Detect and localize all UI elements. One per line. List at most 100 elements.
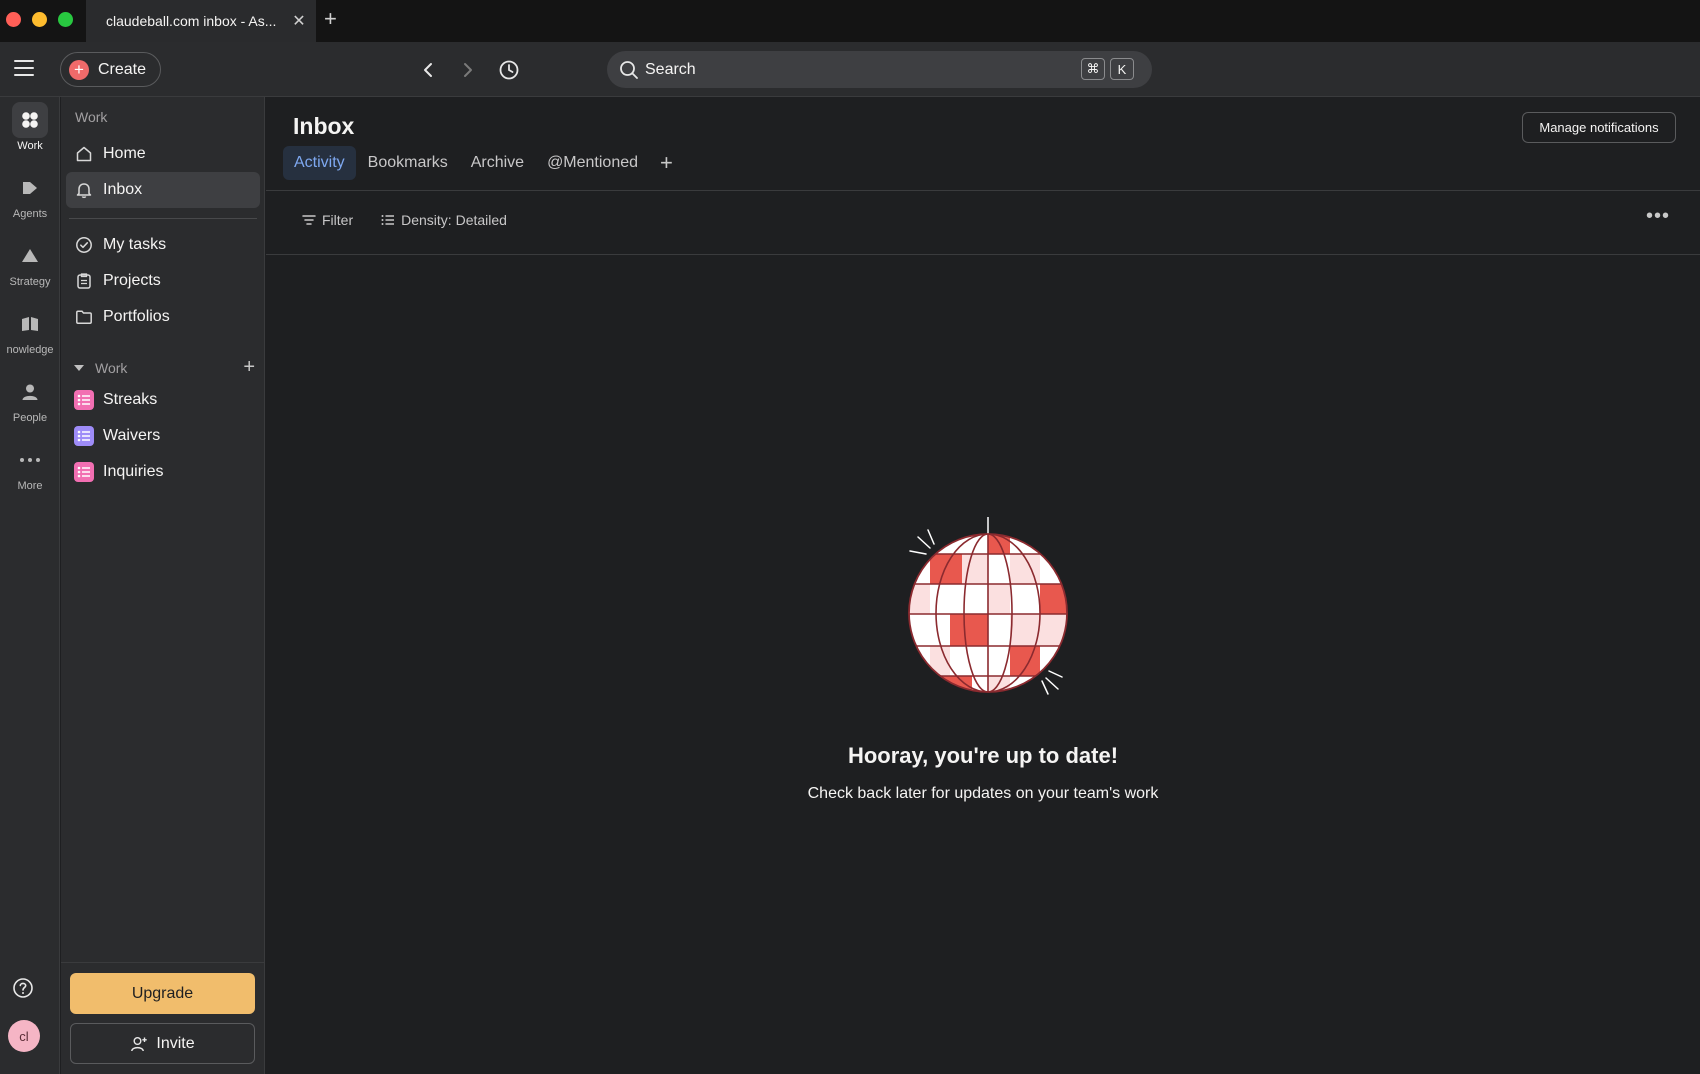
- project-list-icon: [74, 462, 94, 482]
- sidebar-item-projects[interactable]: Projects: [66, 263, 260, 299]
- filter-label: Filter: [322, 212, 354, 228]
- tab-mentioned[interactable]: @Mentioned: [536, 146, 649, 180]
- add-person-icon: [131, 1036, 148, 1051]
- search-icon: [620, 60, 638, 79]
- project-list-icon: [74, 426, 94, 446]
- sidebar-item-portfolios[interactable]: Portfolios: [66, 299, 260, 335]
- close-tab-icon[interactable]: ✕: [288, 11, 310, 31]
- invite-label: Invite: [156, 1034, 195, 1052]
- top-bar: + Create Search ⌘ K: [0, 42, 1700, 97]
- rail-label-agents: Agents: [12, 208, 48, 220]
- sidebar-item-label: Projects: [103, 272, 161, 289]
- sidebar-item-streaks[interactable]: Streaks: [66, 382, 260, 418]
- sidebar-divider: [69, 218, 257, 219]
- empty-state-title: Hooray, you're up to date!: [847, 743, 1119, 768]
- avatar[interactable]: cl: [8, 1020, 40, 1052]
- upgrade-button[interactable]: Upgrade: [70, 973, 255, 1014]
- rail-label-strategy: Strategy: [9, 276, 51, 288]
- close-window-button[interactable]: [6, 12, 21, 27]
- home-icon: [74, 144, 94, 164]
- hamburger-menu-icon[interactable]: [14, 60, 34, 76]
- agents-icon: [12, 170, 48, 206]
- invite-button[interactable]: Invite: [70, 1023, 255, 1064]
- sidebar-item-my-tasks[interactable]: My tasks: [66, 227, 260, 263]
- rail-label-knowledge: nowledge: [6, 344, 54, 356]
- page-title: Inbox: [293, 113, 355, 139]
- help-icon[interactable]: [12, 977, 34, 999]
- density-label: Density: Detailed: [401, 212, 507, 228]
- browser-titlebar: claudeball.com inbox - As... ✕ +: [0, 0, 1700, 42]
- rail-item-knowledge[interactable]: nowledge: [0, 306, 60, 356]
- add-tab-icon[interactable]: +: [660, 150, 673, 176]
- plus-icon: +: [69, 59, 89, 80]
- rail-label-more: More: [17, 480, 43, 492]
- filter-icon: [302, 215, 316, 225]
- more-icon: [12, 442, 48, 478]
- history-clock-icon[interactable]: [497, 58, 521, 82]
- shortcut-key-cmd: ⌘: [1081, 58, 1105, 80]
- sidebar-item-label: Waivers: [103, 427, 161, 444]
- sidebar-item-inbox[interactable]: Inbox: [66, 172, 260, 208]
- tab-bookmarks[interactable]: Bookmarks: [357, 146, 459, 180]
- sidebar-section-work[interactable]: Work +: [73, 356, 255, 379]
- check-circle-icon: [74, 235, 94, 255]
- browser-tab-title: claudeball.com inbox - As...: [106, 13, 277, 29]
- folder-icon: [74, 307, 94, 327]
- tab-archive[interactable]: Archive: [460, 146, 535, 180]
- density-button[interactable]: Density: Detailed: [381, 212, 507, 228]
- rail-item-strategy[interactable]: Strategy: [0, 238, 60, 288]
- caret-down-icon[interactable]: [73, 364, 85, 372]
- work-icon: [12, 102, 48, 138]
- app-window: claudeball.com inbox - As... ✕ + + Creat…: [0, 0, 1700, 1074]
- section-label: Work: [95, 359, 128, 376]
- inbox-toolbar: Filter Density: Detailed: [302, 212, 507, 228]
- back-arrow-icon[interactable]: [416, 58, 440, 82]
- sidebar-item-label: Inquiries: [103, 463, 164, 480]
- more-options-icon[interactable]: •••: [1646, 205, 1670, 228]
- main-content: Inbox Manage notifications Activity Book…: [266, 97, 1700, 1074]
- search-placeholder: Search: [645, 60, 696, 78]
- sidebar-item-waivers[interactable]: Waivers: [66, 418, 260, 454]
- sidebar-item-inquiries[interactable]: Inquiries: [66, 454, 260, 490]
- left-rail: Work Agents Strategy nowledge People Mor…: [0, 97, 60, 1074]
- sidebar-item-home[interactable]: Home: [66, 136, 260, 172]
- rail-label-work: Work: [17, 140, 43, 152]
- project-list-icon: [74, 390, 94, 410]
- empty-state-subtitle: Check back later for updates on your tea…: [807, 785, 1159, 802]
- rail-item-work[interactable]: Work: [0, 102, 60, 152]
- forward-arrow-icon[interactable]: [456, 58, 480, 82]
- sidebar-item-label: Inbox: [103, 181, 143, 198]
- minimize-window-button[interactable]: [32, 12, 47, 27]
- knowledge-icon: [12, 306, 48, 342]
- browser-tab[interactable]: claudeball.com inbox - As... ✕: [86, 0, 316, 42]
- tab-activity[interactable]: Activity: [283, 146, 356, 180]
- add-project-icon[interactable]: +: [243, 356, 255, 379]
- disco-ball-illustration: [908, 517, 1068, 695]
- people-icon: [12, 374, 48, 410]
- inbox-tabs: Activity Bookmarks Archive @Mentioned +: [283, 144, 673, 182]
- maximize-window-button[interactable]: [58, 12, 73, 27]
- create-label: Create: [98, 60, 147, 78]
- manage-notifications-button[interactable]: Manage notifications: [1522, 112, 1676, 143]
- strategy-icon: [12, 238, 48, 274]
- create-button[interactable]: + Create: [60, 52, 161, 87]
- sidebar-item-label: Portfolios: [103, 308, 170, 325]
- sidebar-footer-divider: [61, 962, 265, 963]
- rail-label-people: People: [12, 412, 48, 424]
- clipboard-icon: [74, 271, 94, 291]
- avatar-initials: cl: [19, 1028, 29, 1044]
- rail-item-agents[interactable]: Agents: [0, 170, 60, 220]
- bell-icon: [74, 180, 94, 200]
- toolbar-divider: [266, 254, 1700, 255]
- rail-item-people[interactable]: People: [0, 374, 60, 424]
- search-bar[interactable]: Search ⌘ K: [607, 51, 1152, 88]
- sidebar-item-label: Home: [103, 145, 146, 162]
- shortcut-key-k: K: [1110, 58, 1134, 80]
- tabs-divider: [266, 190, 1700, 191]
- density-list-icon: [381, 215, 395, 225]
- new-tab-icon[interactable]: +: [324, 6, 337, 32]
- rail-item-more[interactable]: More: [0, 442, 60, 492]
- filter-button[interactable]: Filter: [302, 212, 353, 228]
- sidebar-heading: Work: [75, 109, 108, 125]
- sidebar: Work Home Inbox My tasks Projects Portfo…: [61, 97, 265, 1074]
